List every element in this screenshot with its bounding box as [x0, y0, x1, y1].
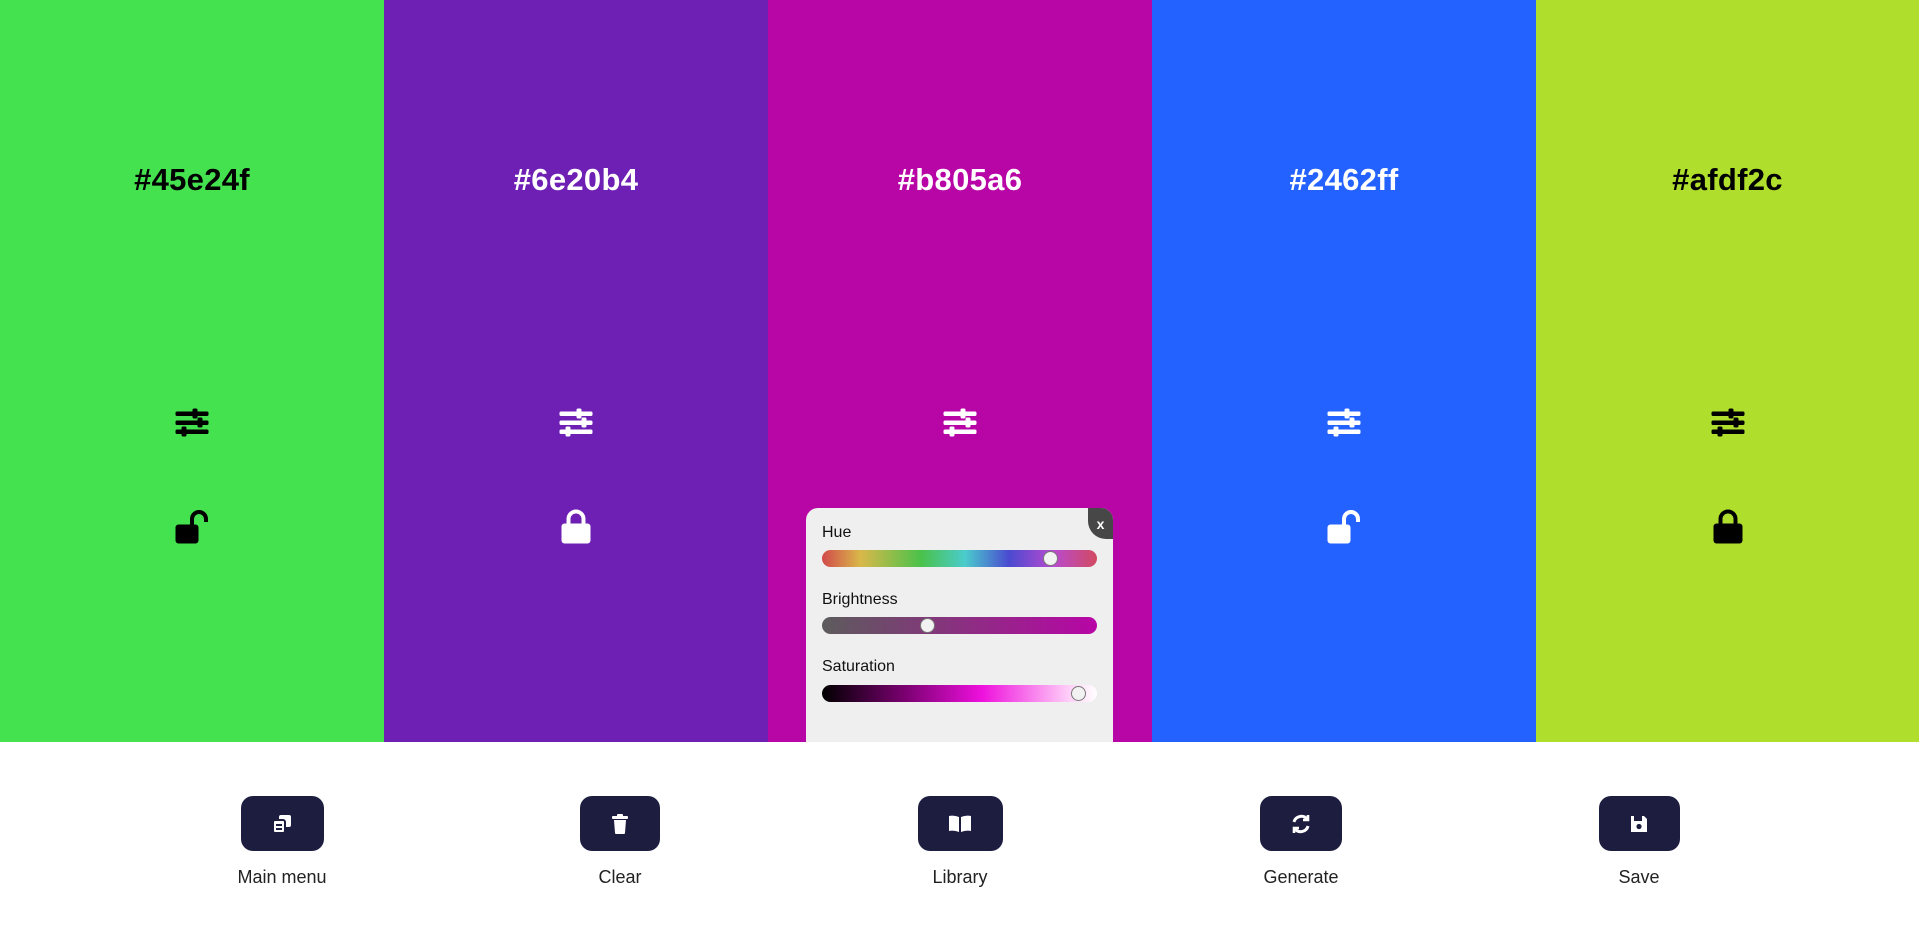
generate-tool: Generate	[1221, 796, 1381, 888]
hex-code[interactable]: #b805a6	[768, 162, 1152, 198]
floppy-disk-icon	[1631, 815, 1647, 832]
hue-label: Hue	[822, 524, 852, 541]
save-label: Save	[1618, 867, 1660, 887]
lock-toggle-button[interactable]	[556, 505, 596, 549]
main-menu-label: Main menu	[237, 867, 327, 887]
adjust-color-button[interactable]	[940, 403, 980, 443]
saturation-slider[interactable]	[822, 685, 1097, 702]
sliders-icon	[943, 408, 977, 437]
adjust-color-button[interactable]	[1708, 403, 1748, 443]
brightness-slider-thumb[interactable]	[919, 618, 935, 633]
clear-tool: Clear	[540, 796, 700, 888]
library-button[interactable]	[917, 796, 1003, 851]
adjust-color-button[interactable]	[1324, 403, 1364, 443]
library-label: Library	[932, 867, 988, 887]
brightness-label: Brightness	[822, 591, 898, 608]
lock-icon	[561, 509, 591, 544]
hex-code[interactable]: #45e24f	[0, 162, 384, 198]
lock-toggle-button[interactable]	[1708, 505, 1748, 549]
unlock-icon	[1327, 510, 1360, 544]
sliders-icon	[1327, 408, 1361, 437]
book-open-icon	[949, 815, 971, 832]
refresh-icon	[1292, 814, 1310, 833]
saturation-label: Saturation	[822, 658, 895, 675]
brightness-slider[interactable]	[822, 617, 1097, 634]
clear-label: Clear	[598, 867, 642, 887]
color-swatch-4: #2462ff	[1152, 0, 1536, 742]
saturation-slider-thumb[interactable]	[1070, 686, 1086, 701]
lock-icon	[1713, 509, 1742, 544]
adjust-color-button[interactable]	[556, 403, 596, 443]
lock-toggle-button[interactable]	[172, 505, 212, 549]
color-swatch-5: #afdf2c	[1536, 0, 1919, 742]
sliders-icon	[175, 408, 209, 437]
copy-pages-icon	[272, 814, 291, 834]
sliders-icon	[559, 408, 593, 437]
hex-code[interactable]: #2462ff	[1152, 162, 1536, 198]
hue-slider-thumb[interactable]	[1043, 551, 1059, 566]
save-tool: Save	[1559, 796, 1719, 888]
generate-button[interactable]	[1260, 796, 1342, 851]
hex-code[interactable]: #6e20b4	[384, 162, 768, 198]
unlock-icon	[175, 510, 208, 544]
hex-code[interactable]: #afdf2c	[1536, 162, 1919, 198]
adjust-color-button[interactable]	[172, 403, 212, 443]
close-panel-button[interactable]: x	[1088, 508, 1113, 539]
trash-icon	[612, 813, 628, 834]
generate-label: Generate	[1263, 867, 1339, 887]
hue-slider[interactable]	[822, 550, 1097, 567]
save-button[interactable]	[1598, 796, 1680, 851]
main-menu-tool: Main menu	[202, 796, 362, 888]
lock-toggle-button[interactable]	[1324, 505, 1364, 549]
main-menu-button[interactable]	[240, 796, 324, 851]
color-swatch-2: #6e20b4	[384, 0, 768, 742]
library-tool: Library	[880, 796, 1040, 888]
clear-button[interactable]	[580, 796, 660, 851]
sliders-icon	[1711, 408, 1744, 437]
color-swatch-1: #45e24f	[0, 0, 384, 742]
